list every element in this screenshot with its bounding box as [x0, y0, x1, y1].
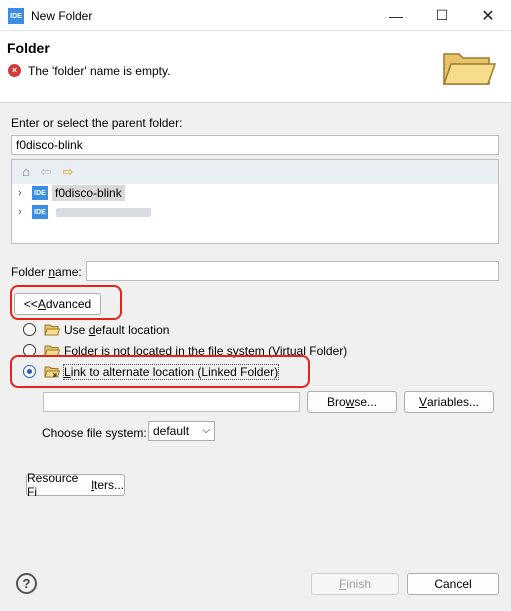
help-icon[interactable]: ? [16, 573, 37, 594]
file-system-label: Choose file system: [42, 426, 147, 440]
virtual-folder-radio[interactable] [23, 344, 36, 357]
tree-item[interactable]: › IDE [12, 203, 498, 221]
redacted-label [56, 208, 151, 217]
home-icon[interactable]: ⌂ [18, 164, 34, 180]
tree-toolbar: ⌂ ⇦ ⇨ [12, 160, 498, 184]
tree-item[interactable]: › IDE f0disco-blink [12, 184, 498, 202]
window-title: New Folder [31, 9, 93, 23]
tree-item-label[interactable]: f0disco-blink [52, 185, 125, 201]
app-icon: IDE [8, 8, 24, 24]
use-default-location-label[interactable]: Use default location [64, 323, 169, 337]
back-arrow-icon[interactable]: ⇦ [38, 164, 54, 180]
linked-folder-icon [44, 366, 60, 378]
linked-location-input[interactable] [43, 392, 300, 412]
folder-icon [44, 345, 60, 357]
wizard-header: Folder × The 'folder' name is empty. [0, 31, 511, 103]
project-tree[interactable]: ⌂ ⇦ ⇨ › IDE f0disco-blink › IDE [11, 159, 499, 244]
project-icon: IDE [32, 186, 48, 200]
parent-folder-label: Enter or select the parent folder: [11, 116, 183, 130]
linked-folder-radio[interactable] [23, 365, 36, 378]
chevron-down-icon: ⌵ [202, 425, 210, 436]
file-system-select[interactable]: default ⌵ [148, 421, 215, 441]
chevron-right-icon[interactable]: › [18, 205, 28, 219]
error-message: The 'folder' name is empty. [28, 64, 171, 78]
virtual-folder-label[interactable]: Folder is not located in the file system… [64, 344, 347, 358]
page-title: Folder [7, 40, 50, 56]
project-icon: IDE [32, 205, 48, 219]
advanced-button[interactable]: << Advanced [14, 293, 101, 315]
folder-name-label: Folder name: [11, 265, 82, 279]
use-default-location-radio[interactable] [23, 323, 36, 336]
linked-folder-label[interactable]: Link to alternate location (Linked Folde… [62, 364, 280, 380]
folder-icon [44, 324, 60, 336]
variables-button[interactable]: Variables... [404, 391, 494, 413]
forward-arrow-icon[interactable]: ⇨ [60, 164, 76, 180]
close-button[interactable]: ✕ [465, 0, 511, 31]
cancel-button[interactable]: Cancel [407, 573, 499, 595]
folder-name-input[interactable] [86, 261, 499, 281]
maximize-button[interactable]: ☐ [419, 0, 465, 31]
chevron-right-icon[interactable]: › [18, 186, 28, 200]
title-bar: IDE New Folder — ☐ ✕ [0, 0, 511, 31]
parent-folder-input[interactable]: f0disco-blink [11, 135, 499, 155]
error-icon: × [8, 64, 21, 77]
finish-button[interactable]: Finish [311, 573, 399, 595]
minimize-button[interactable]: — [373, 0, 419, 31]
browse-button[interactable]: Bro w se... [307, 391, 397, 413]
resource-filters-button[interactable]: Resource Fi l ters... [26, 471, 125, 499]
open-folder-icon [442, 53, 497, 85]
